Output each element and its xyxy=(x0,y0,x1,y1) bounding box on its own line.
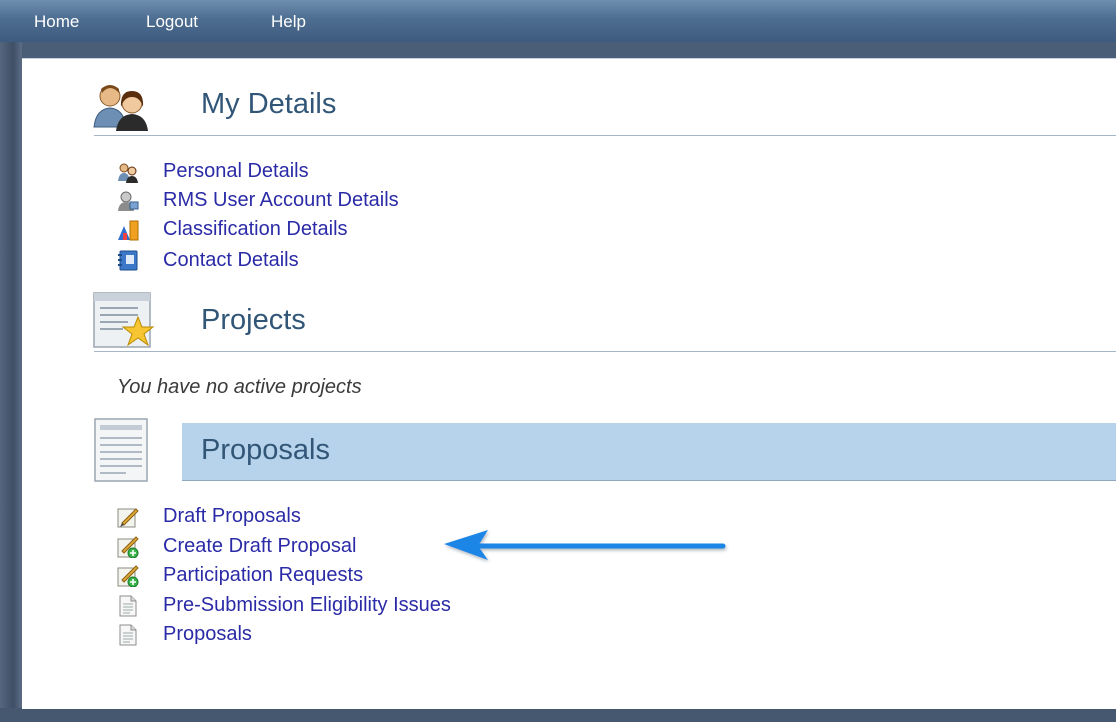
document-icon xyxy=(119,624,137,646)
create-draft-proposal-link[interactable]: Create Draft Proposal xyxy=(163,535,356,558)
document-icon xyxy=(119,595,137,617)
pencil-icon xyxy=(117,508,139,528)
participation-requests-link[interactable]: Participation Requests xyxy=(163,564,363,587)
no-projects-message: You have no active projects xyxy=(117,376,362,398)
top-nav-bar: Home Logout Help xyxy=(0,0,1116,42)
annotation-arrow-icon xyxy=(444,530,726,560)
classification-details-link[interactable]: Classification Details xyxy=(163,218,348,241)
left-frame xyxy=(0,42,22,722)
proposals-link[interactable]: Proposals xyxy=(163,623,252,646)
my-details-rule xyxy=(94,135,1116,136)
projects-heading: Projects xyxy=(201,304,306,336)
rms-user-account-details-link[interactable]: RMS User Account Details xyxy=(163,189,399,212)
draft-proposals-link[interactable]: Draft Proposals xyxy=(163,505,301,528)
users-icon xyxy=(118,163,138,183)
users-icon xyxy=(93,85,148,131)
nav-logout-link[interactable]: Logout xyxy=(146,12,198,32)
address-book-icon xyxy=(118,250,138,271)
pencil-add-icon xyxy=(117,536,139,558)
pre-submission-eligibility-issues-link[interactable]: Pre-Submission Eligibility Issues xyxy=(163,594,451,617)
nav-help-link[interactable]: Help xyxy=(271,12,306,32)
user-account-icon xyxy=(118,191,139,211)
proposals-heading: Proposals xyxy=(201,434,330,466)
contact-details-link[interactable]: Contact Details xyxy=(163,249,299,272)
nav-home-link[interactable]: Home xyxy=(34,12,79,32)
pencil-add-icon xyxy=(117,565,139,587)
bottom-frame xyxy=(0,708,1116,722)
project-document-star-icon xyxy=(93,292,155,348)
personal-details-link[interactable]: Personal Details xyxy=(163,160,309,183)
my-details-heading: My Details xyxy=(201,88,337,120)
classification-chart-icon xyxy=(118,220,139,241)
proposal-document-icon xyxy=(94,418,148,482)
projects-rule xyxy=(94,351,1116,352)
